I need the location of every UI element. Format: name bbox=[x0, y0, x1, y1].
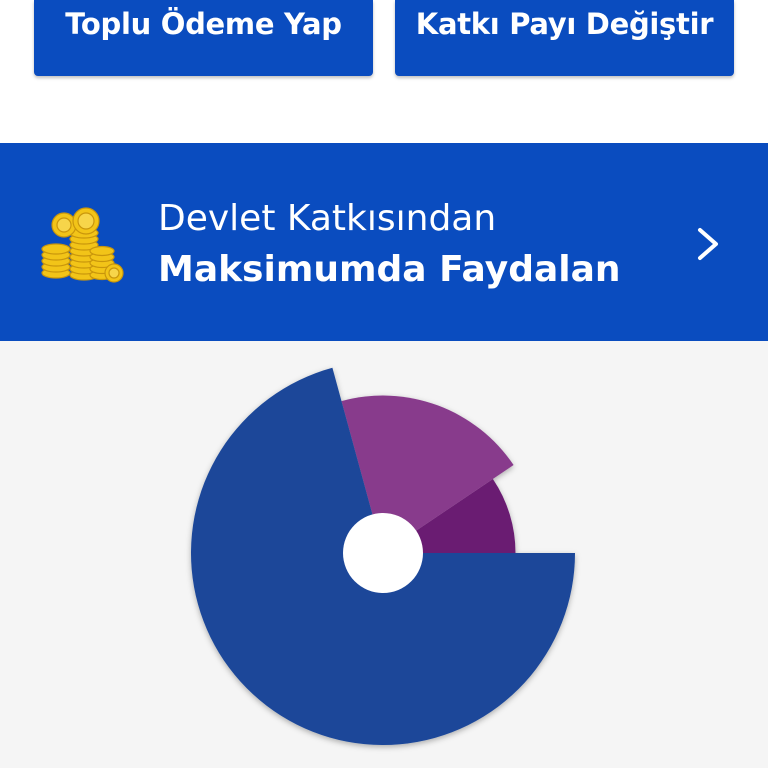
change-contribution-label: Katkı Payı Değiştir bbox=[415, 7, 714, 41]
state-contribution-banner[interactable]: Devlet Katkısından Maksimumda Faydalan bbox=[0, 143, 768, 341]
change-contribution-button[interactable]: Katkı Payı Değiştir bbox=[395, 0, 734, 76]
banner-title: Devlet Katkısından bbox=[158, 198, 497, 239]
portfolio-chart bbox=[0, 341, 768, 768]
chevron-right-icon[interactable] bbox=[694, 226, 722, 262]
coin-stack-icon bbox=[41, 207, 124, 283]
banner-subtitle: Maksimumda Faydalan bbox=[158, 249, 621, 290]
polar-area-chart bbox=[190, 367, 575, 745]
bulk-payment-label: Toplu Ödeme Yap bbox=[65, 7, 342, 41]
top-actions: Toplu Ödeme Yap Katkı Payı Değiştir bbox=[0, 0, 768, 143]
bulk-payment-button[interactable]: Toplu Ödeme Yap bbox=[34, 0, 373, 76]
chart-center-hole bbox=[343, 513, 423, 593]
